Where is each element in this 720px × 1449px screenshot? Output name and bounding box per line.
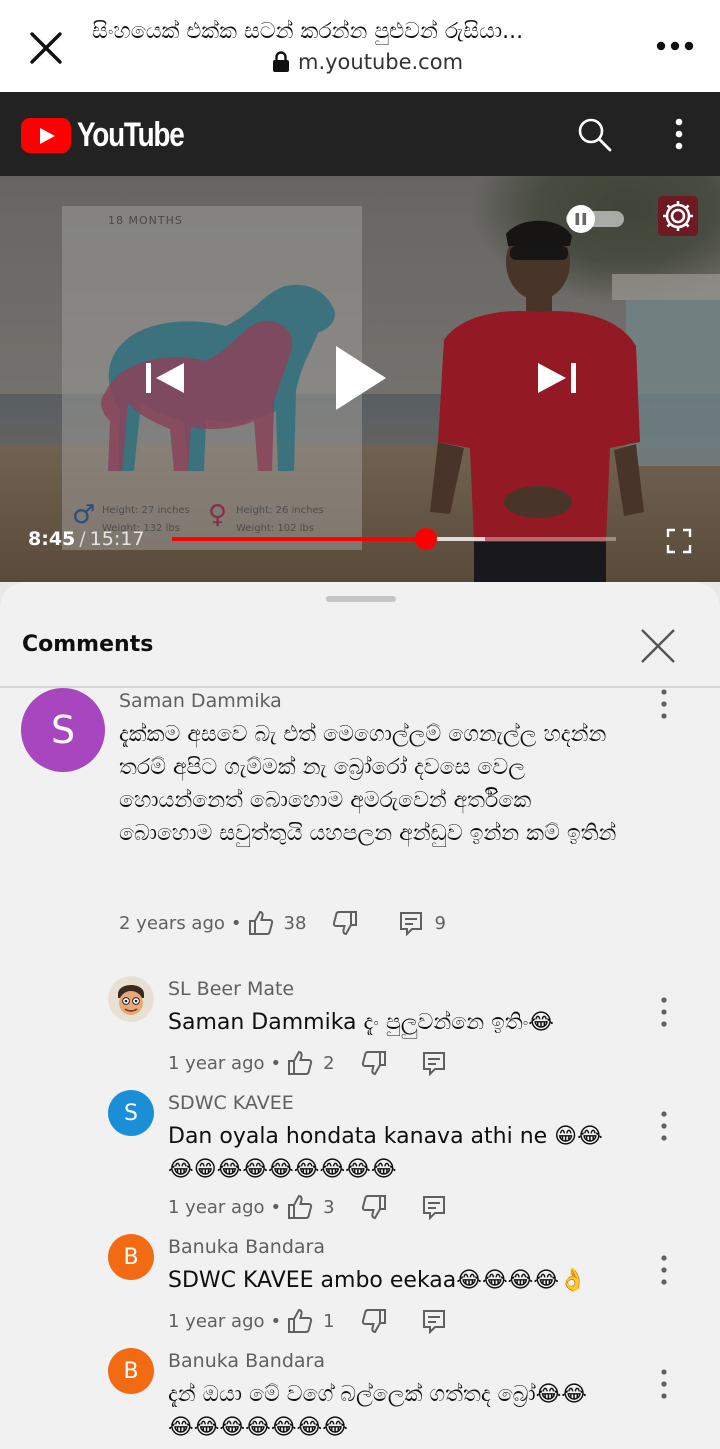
search-icon[interactable] [574,114,614,154]
dislike-icon[interactable] [361,1308,387,1334]
comment-author[interactable]: Banuka Bandara [168,1350,325,1372]
avatar-letter: B [123,1358,139,1384]
progress-played [172,537,426,541]
url-text: m.youtube.com [298,50,464,74]
divider [0,686,720,688]
comment-author[interactable]: SL Beer Mate [168,978,294,1000]
reply-icon[interactable] [398,910,424,936]
url-display[interactable]: m.youtube.com [272,50,463,74]
close-icon[interactable] [638,626,678,666]
meta-dot: • [230,912,242,934]
meta-dot: • [270,1196,282,1218]
comment-text: දැක්කම අසවෙ බැ එත් මෙගොල්ලම් ගෙනැල්ල හදන… [119,722,617,846]
avatar[interactable]: B [108,1234,154,1280]
avatar[interactable]: S [21,688,105,772]
video-player[interactable]: 18 MONTHS ♂ Height: 27 inches Weight: 13… [0,176,720,582]
comments-title: Comments [22,632,154,657]
like-icon[interactable] [287,1308,313,1334]
progress-bar[interactable] [172,528,616,550]
youtube-logo-icon [21,118,71,153]
avatar-letter: S [50,708,76,752]
comment-actions: 1 year ago • 1 [168,1308,447,1334]
avatar-letter: S [124,1100,138,1126]
dislike-icon[interactable] [361,1194,387,1220]
meta-dot: • [270,1310,282,1332]
page-title: සිංහයෙක් එක්ක සටන් කරන්න පුළුවන් රුසියා.… [92,19,524,44]
youtube-logo-text: YouTube [77,116,185,154]
comment-actions: 2 years ago • 38 9 [119,910,472,936]
more-vertical-icon[interactable] [658,688,670,720]
comment-age: 2 years ago [119,912,225,934]
like-icon[interactable] [287,1050,313,1076]
settings-icon[interactable] [656,194,700,238]
like-count: 3 [323,1196,335,1218]
drag-handle[interactable] [326,596,396,602]
avatar-letter: B [123,1244,139,1270]
like-count: 1 [323,1310,335,1332]
reply-icon[interactable] [421,1194,447,1220]
fullscreen-icon[interactable] [666,528,692,554]
like-icon[interactable] [248,910,274,936]
duration: 15:17 [89,528,145,550]
reply-icon[interactable] [421,1308,447,1334]
comment-text: දැන් ඔයා මේ වගේ බල්ලෙක් ගත්තද බ්‍රෝ😂😂😂😂😂… [168,1382,588,1440]
like-icon[interactable] [287,1194,313,1220]
browser-toolbar: සිංහයෙක් එක්ක සටන් කරන්න පුළුවන් රුසියා.… [0,0,720,92]
progress-scrubber[interactable] [414,528,437,550]
lock-icon [273,51,289,72]
comments-panel: Comments S Saman Dammika දැක්කම අසවෙ බැ … [0,582,720,1449]
avatar[interactable] [108,976,154,1022]
like-count: 38 [283,912,307,934]
comment-text: Dan oyala hondata kanava athi ne 😁😂😂😁😂😂😂… [168,1124,603,1182]
avatar[interactable]: B [108,1348,154,1394]
more-vertical-icon[interactable] [658,1368,670,1400]
reply-icon[interactable] [421,1050,447,1076]
comment-text: Saman Dammika දැං පුලුවන්නෙ ඉතිං😂 [168,1010,554,1035]
more-vertical-icon[interactable] [658,996,670,1028]
more-vertical-icon[interactable] [664,114,694,154]
comment-age: 1 year ago [168,1052,265,1074]
reply-count[interactable]: 9 [434,913,445,934]
more-icon[interactable] [650,30,700,62]
previous-icon[interactable] [144,362,186,394]
comment-actions: 1 year ago • 3 [168,1194,447,1220]
current-time: 8:45 [28,528,76,550]
meta-dot: • [270,1052,282,1074]
avatar[interactable]: S [108,1090,154,1136]
autoplay-toggle[interactable] [564,204,626,234]
dislike-icon[interactable] [332,910,358,936]
more-vertical-icon[interactable] [658,1254,670,1286]
comment-age: 1 year ago [168,1310,265,1332]
close-icon[interactable] [22,24,70,72]
like-count: 2 [323,1052,335,1074]
play-icon[interactable] [332,344,388,412]
youtube-logo[interactable]: YouTube [21,116,207,155]
time-separator: / [79,528,86,550]
comment-age: 1 year ago [168,1196,265,1218]
comment-author[interactable]: Saman Dammika [119,690,282,712]
comment-text: SDWC KAVEE ambo eekaa😂😂😂😂👌 [168,1268,587,1293]
dislike-icon[interactable] [361,1050,387,1076]
next-icon[interactable] [536,362,578,394]
comment-actions: 1 year ago • 2 [168,1050,447,1076]
comment-author[interactable]: SDWC KAVEE [168,1092,294,1114]
comment-author[interactable]: Banuka Bandara [168,1236,325,1258]
time-display: 8:45/15:17 [28,528,144,550]
more-vertical-icon[interactable] [658,1110,670,1142]
youtube-header: YouTube [0,92,720,176]
